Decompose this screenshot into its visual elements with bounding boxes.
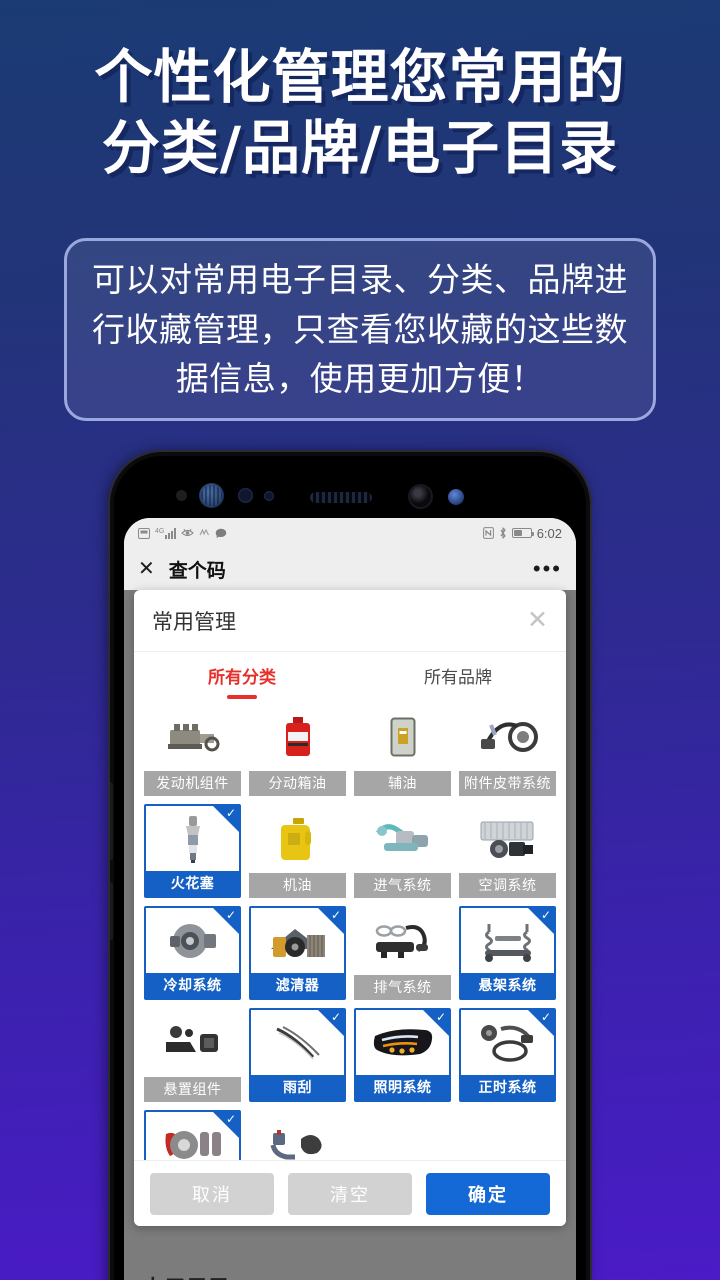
engine-oil-icon <box>249 804 346 873</box>
category-tile[interactable]: ✓ <box>144 1110 241 1160</box>
modal-title: 常用管理 <box>152 610 236 634</box>
light-sensor-icon <box>238 488 253 503</box>
category-tile-label: 排气系统 <box>354 975 451 1000</box>
category-tile[interactable]: 分动箱油 <box>249 702 346 796</box>
tab-all-brands[interactable]: 所有品牌 <box>350 652 566 698</box>
modal-footer: 取消 清空 确定 <box>134 1160 566 1226</box>
category-tile[interactable]: 空调系统 <box>459 804 556 898</box>
status-bar-left-icons: 4G <box>138 527 227 539</box>
clear-button[interactable]: 清空 <box>288 1172 412 1215</box>
category-tile[interactable]: 悬置组件 <box>144 1008 241 1102</box>
confirm-button[interactable]: 确定 <box>426 1172 550 1215</box>
category-tile[interactable]: ✓ 滤清器 <box>249 906 346 1000</box>
category-tile[interactable]: ✓ 正时系统 <box>459 1008 556 1102</box>
secondary-camera-icon <box>448 489 464 505</box>
category-tile[interactable]: ✓ 火花塞 <box>144 804 241 898</box>
category-tile[interactable]: 辅油 <box>354 702 451 796</box>
tab-all-categories[interactable]: 所有分类 <box>134 652 350 698</box>
phone-bezel: 4G 6:02 ✕ 查个码 ••• 常用管理 ✕ 所有分类 所有品牌 发动机组件… <box>114 456 586 1280</box>
catalog-section-title: 电子目录 <box>142 1271 230 1280</box>
cancel-button[interactable]: 取消 <box>150 1172 274 1215</box>
eye-care-icon <box>181 528 195 538</box>
sim-card-icon <box>138 527 150 539</box>
iris-scanner-icon <box>199 483 224 508</box>
front-camera-icon <box>410 486 431 507</box>
app-bar: ✕ 查个码 ••• <box>124 548 576 590</box>
chat-bubble-icon <box>215 528 227 539</box>
modal-header: 常用管理 ✕ <box>134 590 566 652</box>
status-bar-clock: 6:02 <box>536 525 562 541</box>
category-tile-label: 照明系统 <box>356 1075 449 1100</box>
category-tile[interactable]: ✓ 雨刮 <box>249 1008 346 1102</box>
category-tile[interactable] <box>249 1110 346 1160</box>
exhaust-system-icon <box>354 906 451 975</box>
status-bar-right-icons: 6:02 <box>482 525 562 541</box>
modal-tabs: 所有分类 所有品牌 <box>134 652 566 698</box>
phone-sensor-row <box>114 478 586 512</box>
category-tile[interactable]: 进气系统 <box>354 804 451 898</box>
steering-part-icon <box>249 1110 346 1160</box>
category-tile-label: 进气系统 <box>354 873 451 898</box>
category-tile[interactable]: 发动机组件 <box>144 702 241 796</box>
ac-system-icon <box>459 804 556 873</box>
headline-line-1: 个性化管理您常用的 <box>94 43 626 111</box>
catalog-section-header: 电子目录 管理 <box>124 1256 576 1280</box>
promo-headline: 个性化管理您常用的 分类/品牌/电子目录 <box>0 42 720 184</box>
auxiliary-oil-icon <box>354 702 451 771</box>
category-tile-label: 雨刮 <box>251 1075 344 1100</box>
nfc-icon <box>482 527 494 539</box>
phone-screen: 4G 6:02 ✕ 查个码 ••• 常用管理 ✕ 所有分类 所有品牌 发动机组件… <box>124 518 576 1280</box>
transfer-case-oil-icon <box>249 702 346 771</box>
category-tile[interactable]: 机油 <box>249 804 346 898</box>
modal-close-icon[interactable]: ✕ <box>527 608 548 633</box>
category-tile-label: 滤清器 <box>251 973 344 998</box>
category-tile-label: 分动箱油 <box>249 771 346 796</box>
category-tile[interactable]: 排气系统 <box>354 906 451 1000</box>
power-button <box>110 882 113 940</box>
category-tile-label: 火花塞 <box>146 871 239 896</box>
volume-button <box>110 782 113 860</box>
category-tile[interactable]: 附件皮带系统 <box>459 702 556 796</box>
category-tile-label: 冷却系统 <box>146 973 239 998</box>
category-tile-label: 悬置组件 <box>144 1077 241 1102</box>
favorites-management-modal: 常用管理 ✕ 所有分类 所有品牌 发动机组件 分动箱油 辅油 附件皮带系统 ✓ 火花塞 机油… <box>134 590 566 1226</box>
category-tile-label: 辅油 <box>354 771 451 796</box>
battery-icon <box>511 528 534 538</box>
category-tile[interactable]: ✓ 照明系统 <box>354 1008 451 1102</box>
more-options-icon[interactable]: ••• <box>533 558 562 580</box>
signal-4g-icon: 4G <box>155 527 177 539</box>
close-icon[interactable]: ✕ <box>138 559 155 579</box>
category-tile-label: 正时系统 <box>461 1075 554 1100</box>
accessory-belt-icon <box>459 702 556 771</box>
app-title: 查个码 <box>168 560 226 582</box>
intake-system-icon <box>354 804 451 873</box>
category-grid-scroll[interactable]: 发动机组件 分动箱油 辅油 附件皮带系统 ✓ 火花塞 机油 进气系统 空调系统 ✓ 冷却系统 ✓ 滤清器… <box>134 698 566 1160</box>
promo-description-text: 可以对常用电子目录、分类、品牌进行收藏管理，只查看您收藏的这些数据信息，使用更加… <box>92 261 628 398</box>
headline-line-2: 分类/品牌/电子目录 <box>101 113 619 182</box>
category-tile-label: 机油 <box>249 873 346 898</box>
category-grid: 发动机组件 分动箱油 辅油 附件皮带系统 ✓ 火花塞 机油 进气系统 空调系统 ✓ 冷却系统 ✓ 滤清器… <box>144 702 556 1160</box>
category-tile[interactable]: ✓ 冷却系统 <box>144 906 241 1000</box>
status-bar: 4G 6:02 <box>124 518 576 548</box>
phone-device-mockup: 4G 6:02 ✕ 查个码 ••• 常用管理 ✕ 所有分类 所有品牌 发动机组件… <box>110 452 590 1280</box>
category-tile-label: 空调系统 <box>459 873 556 898</box>
category-tile-label: 附件皮带系统 <box>459 771 556 796</box>
proximity-sensor-icon <box>176 490 187 501</box>
ir-sensor-icon <box>264 491 274 501</box>
engine-mount-icon <box>144 1008 241 1077</box>
category-tile-label: 发动机组件 <box>144 771 241 796</box>
catalog-manage-link[interactable]: 管理 <box>528 1277 558 1280</box>
category-tile[interactable]: ✓ 悬架系统 <box>459 906 556 1000</box>
bluetooth-icon <box>499 527 507 539</box>
category-tile-label: 悬架系统 <box>461 973 554 998</box>
sync-icon <box>199 528 210 538</box>
earpiece-speaker-icon <box>310 492 372 503</box>
promo-description-card: 可以对常用电子目录、分类、品牌进行收藏管理，只查看您收藏的这些数据信息，使用更加… <box>64 238 656 421</box>
engine-assembly-icon <box>144 702 241 771</box>
